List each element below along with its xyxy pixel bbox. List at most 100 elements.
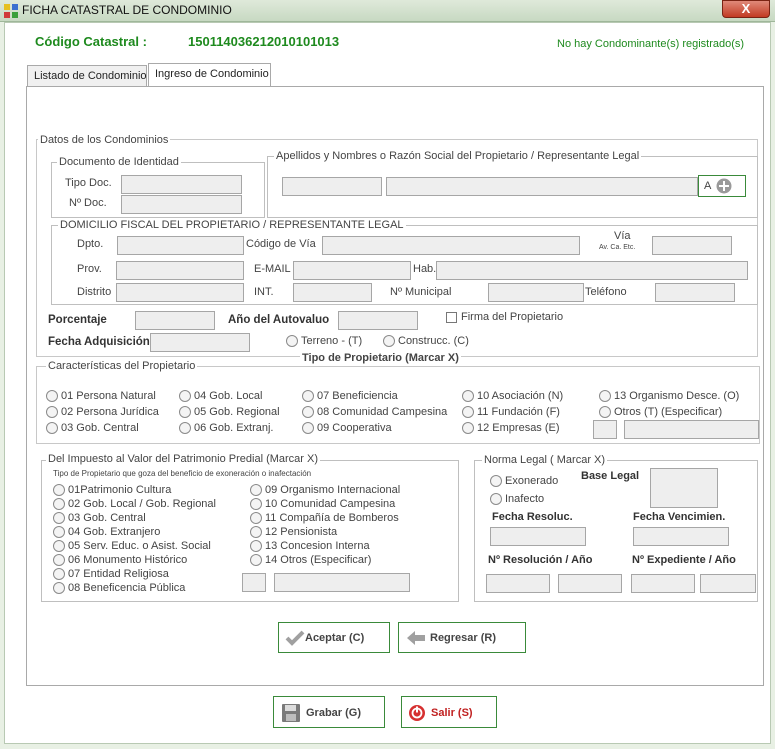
- inafecto-radio[interactable]: [490, 493, 502, 505]
- imp-radio[interactable]: [250, 484, 262, 496]
- prop-radio[interactable]: [462, 390, 474, 402]
- imp-radio[interactable]: [53, 484, 65, 496]
- fecha-vencim-field[interactable]: [633, 527, 729, 546]
- imp-radio[interactable]: [250, 526, 262, 538]
- tab-listado[interactable]: Listado de Condominio: [27, 65, 147, 87]
- save-icon: [282, 704, 300, 722]
- via-field[interactable]: [652, 236, 732, 255]
- prop-radio[interactable]: [46, 406, 58, 418]
- norma-title: Norma Legal ( Marcar X): [482, 454, 608, 466]
- municipal-field[interactable]: [488, 283, 584, 302]
- imp-radio[interactable]: [53, 540, 65, 552]
- prop-label: 13 Organismo Desce. (O): [614, 390, 740, 402]
- tab-panel: Datos de los Condominios Documento de Id…: [26, 86, 764, 686]
- codigo-via-field[interactable]: [322, 236, 580, 255]
- prop-radio[interactable]: [462, 406, 474, 418]
- prop-radio[interactable]: [179, 406, 191, 418]
- otros-especificar-field[interactable]: [624, 420, 759, 439]
- otros-code-field[interactable]: [593, 420, 617, 439]
- salir-button[interactable]: Salir (S): [401, 696, 497, 728]
- prop-radio[interactable]: [599, 406, 611, 418]
- fecha-adquisicion-label: Fecha Adquisición: [48, 336, 150, 348]
- imp-label: 12 Pensionista: [265, 526, 338, 538]
- grabar-label: Grabar (G): [306, 707, 362, 719]
- fecha-resoluc-label: Fecha Resoluc.: [492, 511, 573, 523]
- apellido-name-field[interactable]: [386, 177, 698, 196]
- prop-label: 12 Empresas (E): [477, 422, 560, 434]
- porcentaje-label: Porcentaje: [48, 314, 107, 326]
- datos-title: Datos de los Condominios: [38, 134, 171, 146]
- prop-radio[interactable]: [462, 422, 474, 434]
- nro-resolucion-field[interactable]: [486, 574, 550, 593]
- prop-radio[interactable]: [179, 422, 191, 434]
- prop-radio[interactable]: [599, 390, 611, 402]
- imp-radio[interactable]: [250, 498, 262, 510]
- window-title: FICHA CATASTRAL DE CONDOMINIO: [22, 3, 232, 17]
- app-window: FICHA CATASTRAL DE CONDOMINIO X Código C…: [0, 0, 775, 749]
- imp-radio[interactable]: [53, 582, 65, 594]
- int-field[interactable]: [293, 283, 372, 302]
- imp-radio[interactable]: [53, 526, 65, 538]
- anio-autovaluo-field[interactable]: [338, 311, 418, 330]
- prop-radio[interactable]: [46, 390, 58, 402]
- imp-radio[interactable]: [53, 554, 65, 566]
- base-legal-field[interactable]: [650, 468, 718, 508]
- imp-radio[interactable]: [53, 512, 65, 524]
- tab-ingreso[interactable]: Ingreso de Condominio: [148, 63, 271, 86]
- close-button[interactable]: X: [722, 0, 770, 18]
- prop-label: 11 Fundación (F): [477, 406, 560, 418]
- email-field[interactable]: [293, 261, 411, 280]
- imp-label: 09 Organismo Internacional: [265, 484, 401, 496]
- impuesto-subtitle: Tipo de Propietario que goza del benefic…: [53, 469, 312, 478]
- regresar-button[interactable]: Regresar (R): [398, 622, 526, 653]
- hab-field[interactable]: [436, 261, 748, 280]
- exit-icon: [409, 705, 425, 721]
- imp-label: 10 Comunidad Campesina: [265, 498, 396, 510]
- code-label: Código Catastral :: [35, 34, 147, 49]
- nro-expediente-field[interactable]: [631, 574, 695, 593]
- imp-otros-code-field[interactable]: [242, 573, 266, 592]
- imp-radio[interactable]: [250, 512, 262, 524]
- imp-radio[interactable]: [53, 498, 65, 510]
- tipo-doc-field[interactable]: [121, 175, 242, 194]
- prop-radio[interactable]: [179, 390, 191, 402]
- prop-radio[interactable]: [302, 422, 314, 434]
- imp-label: 14 Otros (Especificar): [265, 554, 372, 566]
- nro-doc-field[interactable]: [121, 195, 242, 214]
- via-sublabel: Av. Ca. Etc.: [599, 244, 636, 251]
- code-value: 150114036212010101013: [188, 34, 340, 49]
- prop-radio[interactable]: [302, 390, 314, 402]
- porcentaje-field[interactable]: [135, 311, 215, 330]
- prop-radio[interactable]: [302, 406, 314, 418]
- imp-radio[interactable]: [53, 568, 65, 580]
- imp-otros-field[interactable]: [274, 573, 410, 592]
- imp-radio[interactable]: [250, 554, 262, 566]
- nro-expediente-label: Nº Expediente / Año: [632, 554, 736, 566]
- prop-label: 09 Cooperativa: [317, 422, 392, 434]
- terreno-radio[interactable]: [286, 335, 298, 347]
- hab-label: Hab.: [413, 263, 437, 275]
- add-propietario-button[interactable]: A: [698, 175, 746, 197]
- imp-radio[interactable]: [250, 540, 262, 552]
- nro-doc-label: Nº Doc.: [69, 197, 107, 209]
- anio-expediente-field[interactable]: [700, 574, 756, 593]
- dpto-field[interactable]: [117, 236, 244, 255]
- telefono-field[interactable]: [655, 283, 735, 302]
- firma-checkbox[interactable]: [446, 312, 457, 323]
- fecha-resoluc-field[interactable]: [490, 527, 586, 546]
- grabar-button[interactable]: Grabar (G): [273, 696, 385, 728]
- prop-radio[interactable]: [46, 422, 58, 434]
- form-client: Código Catastral : 150114036212010101013…: [4, 22, 771, 744]
- apellido-code-field[interactable]: [282, 177, 382, 196]
- imp-label: 11 Compañía de Bomberos: [265, 512, 399, 524]
- prov-field[interactable]: [116, 261, 244, 280]
- email-label: E-MAIL: [254, 263, 291, 275]
- fecha-adquisicion-field[interactable]: [150, 333, 250, 352]
- construcc-radio[interactable]: [383, 335, 395, 347]
- anio-resolucion-field[interactable]: [558, 574, 622, 593]
- fecha-vencim-label: Fecha Vencimien.: [633, 511, 726, 523]
- prop-label: 10 Asociación (N): [477, 390, 564, 402]
- aceptar-button[interactable]: Aceptar (C): [278, 622, 390, 653]
- distrito-field[interactable]: [116, 283, 244, 302]
- exonerado-radio[interactable]: [490, 475, 502, 487]
